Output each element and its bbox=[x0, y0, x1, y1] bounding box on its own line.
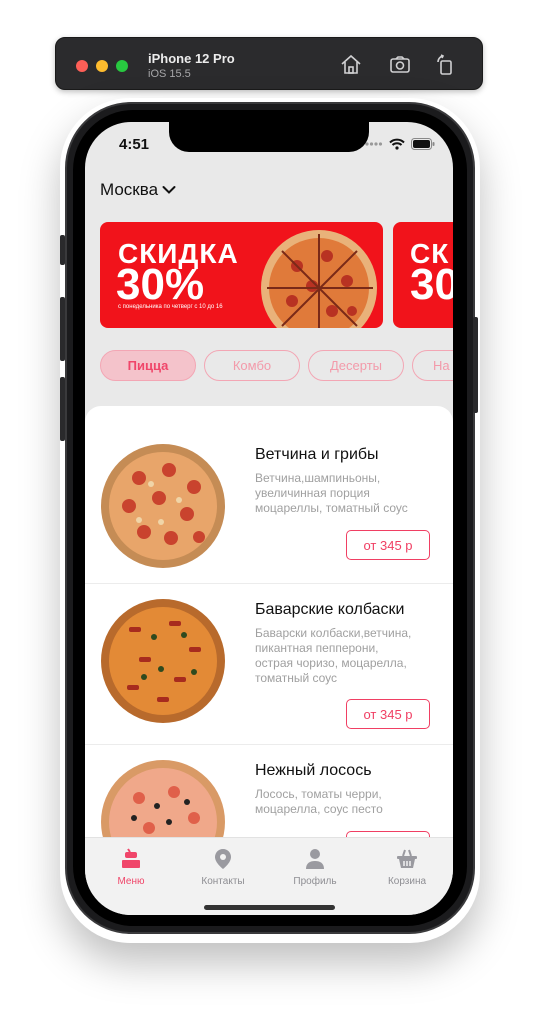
category-combo[interactable]: Комбо bbox=[204, 350, 300, 381]
power-button bbox=[473, 317, 478, 413]
category-pizza[interactable]: Пицца bbox=[100, 350, 196, 381]
screenshot-icon[interactable] bbox=[388, 53, 412, 77]
tab-label: Контакты bbox=[201, 876, 245, 887]
price-button[interactable]: от 345 р bbox=[346, 699, 430, 729]
location-pin-icon bbox=[215, 849, 231, 869]
product-image bbox=[101, 444, 225, 568]
simulator-stage: iPhone 12 Pro iOS 15.5 4:51 Москва СКИДК… bbox=[0, 0, 538, 1011]
home-indicator bbox=[204, 905, 335, 910]
category-desserts[interactable]: Десерты bbox=[308, 350, 404, 381]
volume-up-button bbox=[60, 297, 65, 361]
category-tabs: Пицца Комбо Десерты На bbox=[100, 350, 453, 381]
promo-banner[interactable]: СКИДКА 30% с понедельника по четверг с 1… bbox=[100, 222, 383, 328]
menu-food-icon bbox=[122, 848, 140, 868]
product-image bbox=[101, 760, 225, 846]
product-list: Ветчина и грибы Ветчина,шампиньоны, увел… bbox=[85, 406, 453, 846]
pizza-image bbox=[261, 230, 377, 328]
zoom-window-button[interactable] bbox=[116, 60, 128, 72]
city-label: Москва bbox=[100, 180, 159, 199]
price-button[interactable]: от 345 р bbox=[346, 530, 430, 560]
tab-cart[interactable]: Корзина bbox=[361, 848, 453, 887]
signal-icon bbox=[365, 142, 383, 146]
simulator-toolbar: iPhone 12 Pro iOS 15.5 bbox=[55, 37, 483, 90]
person-icon bbox=[306, 849, 324, 869]
app-screen: 4:51 Москва СКИДКА 30% с понедельника по… bbox=[85, 122, 453, 915]
volume-down-button bbox=[60, 377, 65, 441]
product-image bbox=[101, 599, 225, 723]
os-version: iOS 15.5 bbox=[148, 68, 191, 80]
product-description: Лосось, томаты черри, моцарелла, соус пе… bbox=[255, 787, 383, 816]
status-icons bbox=[365, 138, 435, 150]
rotate-icon[interactable] bbox=[433, 53, 457, 77]
basket-icon bbox=[397, 849, 417, 868]
product-name: Нежный лосось bbox=[255, 762, 372, 779]
home-icon[interactable] bbox=[339, 53, 363, 77]
tab-bar: Меню Контакты Профиль Корзина bbox=[85, 837, 453, 915]
minimize-window-button[interactable] bbox=[96, 60, 108, 72]
promo-banner-next[interactable]: СК 30 bbox=[393, 222, 453, 328]
tab-label: Корзина bbox=[387, 876, 427, 887]
battery-icon bbox=[411, 138, 435, 150]
product-name: Баварские колбаски bbox=[255, 601, 405, 618]
banner-percent: 30% bbox=[116, 260, 205, 309]
tab-menu[interactable]: Меню bbox=[85, 848, 177, 887]
chevron-down-icon bbox=[162, 186, 176, 194]
category-drinks[interactable]: На bbox=[412, 350, 453, 381]
tab-profile[interactable]: Профиль bbox=[269, 848, 361, 887]
notch bbox=[169, 122, 369, 152]
product-description: Баварски колбаски,ветчина, пикантная пеп… bbox=[255, 626, 412, 685]
wifi-icon bbox=[389, 138, 405, 150]
banner-note: с понедельника по четверг с 10 до 16 bbox=[118, 304, 223, 310]
status-time: 4:51 bbox=[119, 136, 150, 153]
mute-switch bbox=[60, 235, 65, 265]
city-selector[interactable]: Москва bbox=[100, 180, 176, 200]
device-name: iPhone 12 Pro bbox=[148, 51, 235, 66]
tab-label: Меню bbox=[117, 876, 145, 887]
tab-contacts[interactable]: Контакты bbox=[177, 848, 269, 887]
product-description: Ветчина,шампиньоны, увеличинная порция м… bbox=[255, 471, 408, 515]
close-window-button[interactable] bbox=[76, 60, 88, 72]
product-name: Ветчина и грибы bbox=[255, 446, 379, 463]
tab-label: Профиль bbox=[293, 876, 337, 887]
banner-percent: 30 bbox=[410, 260, 453, 309]
